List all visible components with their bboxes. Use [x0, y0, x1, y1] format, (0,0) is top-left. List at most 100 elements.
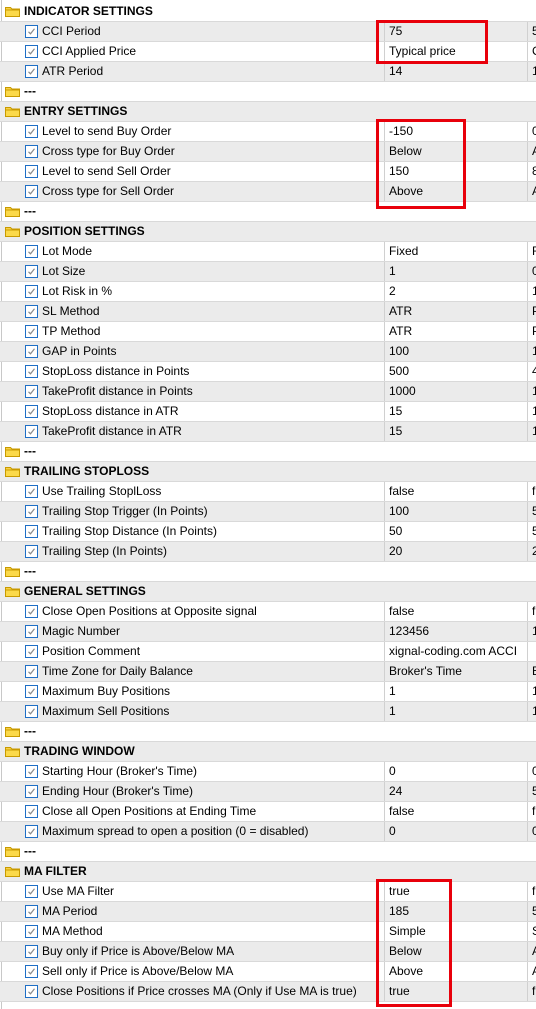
param-start-value[interactable]: 5 [527, 502, 536, 521]
param-value[interactable]: 1 [384, 702, 527, 721]
param-row[interactable]: Trailing Step (In Points) 202 [0, 542, 536, 562]
param-row[interactable]: Time Zone for Daily Balance Broker's Time… [0, 662, 536, 682]
param-row[interactable]: TP Method ATRP [0, 322, 536, 342]
checkbox-checked-icon[interactable] [25, 705, 38, 718]
param-value[interactable]: Above [384, 182, 527, 201]
group-separator[interactable]: --- [0, 562, 536, 582]
group-header[interactable]: TRADING WINDOW [0, 742, 536, 762]
param-start-value[interactable]: 5 [527, 902, 536, 921]
param-start-value[interactable]: S [527, 922, 536, 941]
checkbox-checked-icon[interactable] [25, 925, 38, 938]
checkbox-checked-icon[interactable] [25, 125, 38, 138]
checkbox-checked-icon[interactable] [25, 145, 38, 158]
param-row[interactable]: Close Positions if Price crosses MA (Onl… [0, 982, 536, 1002]
param-row[interactable]: Maximum Sell Positions 11 [0, 702, 536, 722]
checkbox-checked-icon[interactable] [25, 805, 38, 818]
param-value[interactable]: 123456 [384, 622, 527, 641]
checkbox-checked-icon[interactable] [25, 185, 38, 198]
param-row[interactable]: MA Period 1855 [0, 902, 536, 922]
param-value[interactable]: 20 [384, 542, 527, 561]
checkbox-checked-icon[interactable] [25, 905, 38, 918]
param-value[interactable]: xignal-coding.com ACCI [384, 642, 527, 661]
checkbox-checked-icon[interactable] [25, 405, 38, 418]
param-start-value[interactable]: f [527, 482, 536, 501]
param-start-value[interactable] [527, 642, 536, 661]
group-separator[interactable]: --- [0, 82, 536, 102]
checkbox-checked-icon[interactable] [25, 645, 38, 658]
param-value[interactable]: 50 [384, 522, 527, 541]
group-header[interactable]: ENTRY SETTINGS [0, 102, 536, 122]
param-row[interactable]: CCI Applied Price Typical priceC [0, 42, 536, 62]
param-start-value[interactable]: f [527, 882, 536, 901]
param-row[interactable]: Sell only if Price is Above/Below MA Abov… [0, 962, 536, 982]
param-row[interactable]: Maximum Buy Positions 11 [0, 682, 536, 702]
param-start-value[interactable]: f [527, 982, 536, 1001]
param-start-value[interactable]: 0 [527, 822, 536, 841]
checkbox-checked-icon[interactable] [25, 685, 38, 698]
checkbox-checked-icon[interactable] [25, 605, 38, 618]
param-start-value[interactable]: A [527, 142, 536, 161]
param-row[interactable]: Close all Open Positions at Ending Time f… [0, 802, 536, 822]
checkbox-checked-icon[interactable] [25, 305, 38, 318]
param-value[interactable]: 75 [384, 22, 527, 41]
checkbox-checked-icon[interactable] [25, 505, 38, 518]
group-header[interactable]: INDICATOR SETTINGS [0, 2, 536, 22]
param-row[interactable]: StopLoss distance in Points 5004 [0, 362, 536, 382]
param-row[interactable]: TakeProfit distance in Points 10001 [0, 382, 536, 402]
param-start-value[interactable]: B [527, 662, 536, 681]
param-start-value[interactable]: 1 [527, 282, 536, 301]
param-start-value[interactable]: C [527, 42, 536, 61]
param-start-value[interactable]: f [527, 802, 536, 821]
checkbox-checked-icon[interactable] [25, 65, 38, 78]
param-row[interactable]: Level to send Buy Order -1500 [0, 122, 536, 142]
param-start-value[interactable]: P [527, 322, 536, 341]
checkbox-checked-icon[interactable] [25, 985, 38, 998]
checkbox-checked-icon[interactable] [25, 365, 38, 378]
param-start-value[interactable]: A [527, 962, 536, 981]
param-row[interactable]: Buy only if Price is Above/Below MA Below… [0, 942, 536, 962]
param-row[interactable]: StopLoss distance in ATR 151 [0, 402, 536, 422]
group-separator[interactable]: --- [0, 842, 536, 862]
param-start-value[interactable]: 5 [527, 522, 536, 541]
param-row[interactable]: Lot Mode FixedF [0, 242, 536, 262]
checkbox-checked-icon[interactable] [25, 245, 38, 258]
param-row[interactable]: Ending Hour (Broker's Time) 245 [0, 782, 536, 802]
param-value[interactable]: 14 [384, 62, 527, 81]
param-value[interactable]: ATR [384, 302, 527, 321]
param-value[interactable]: 185 [384, 902, 527, 921]
param-row[interactable]: Lot Risk in % 21 [0, 282, 536, 302]
param-value[interactable]: 1000 [384, 382, 527, 401]
param-value[interactable]: -150 [384, 122, 527, 141]
checkbox-checked-icon[interactable] [25, 285, 38, 298]
checkbox-checked-icon[interactable] [25, 965, 38, 978]
param-row[interactable]: Cross type for Sell Order AboveA [0, 182, 536, 202]
param-start-value[interactable]: 1 [527, 682, 536, 701]
param-start-value[interactable]: 0 [527, 122, 536, 141]
param-start-value[interactable]: 1 [527, 702, 536, 721]
param-value[interactable]: 1 [384, 262, 527, 281]
checkbox-checked-icon[interactable] [25, 525, 38, 538]
param-start-value[interactable]: 5 [527, 22, 536, 41]
param-row[interactable]: Close Open Positions at Opposite signal f… [0, 602, 536, 622]
param-value[interactable]: ATR [384, 322, 527, 341]
checkbox-checked-icon[interactable] [25, 265, 38, 278]
param-row[interactable]: Position Comment xignal-coding.com ACCI [0, 642, 536, 662]
checkbox-checked-icon[interactable] [25, 885, 38, 898]
param-row[interactable]: Magic Number 1234561 [0, 622, 536, 642]
checkbox-checked-icon[interactable] [25, 165, 38, 178]
group-separator[interactable]: --- [0, 202, 536, 222]
param-row[interactable]: ATR Period 141 [0, 62, 536, 82]
checkbox-checked-icon[interactable] [25, 45, 38, 58]
param-start-value[interactable]: 1 [527, 422, 536, 441]
checkbox-checked-icon[interactable] [25, 345, 38, 358]
param-start-value[interactable]: 4 [527, 362, 536, 381]
param-value[interactable]: 24 [384, 782, 527, 801]
param-value[interactable]: 0 [384, 822, 527, 841]
checkbox-checked-icon[interactable] [25, 545, 38, 558]
param-start-value[interactable]: 2 [527, 542, 536, 561]
param-value[interactable]: Simple [384, 922, 527, 941]
checkbox-checked-icon[interactable] [25, 825, 38, 838]
param-value[interactable]: true [384, 882, 527, 901]
param-row[interactable]: Use MA Filter true f [0, 882, 536, 902]
checkbox-checked-icon[interactable] [25, 385, 38, 398]
